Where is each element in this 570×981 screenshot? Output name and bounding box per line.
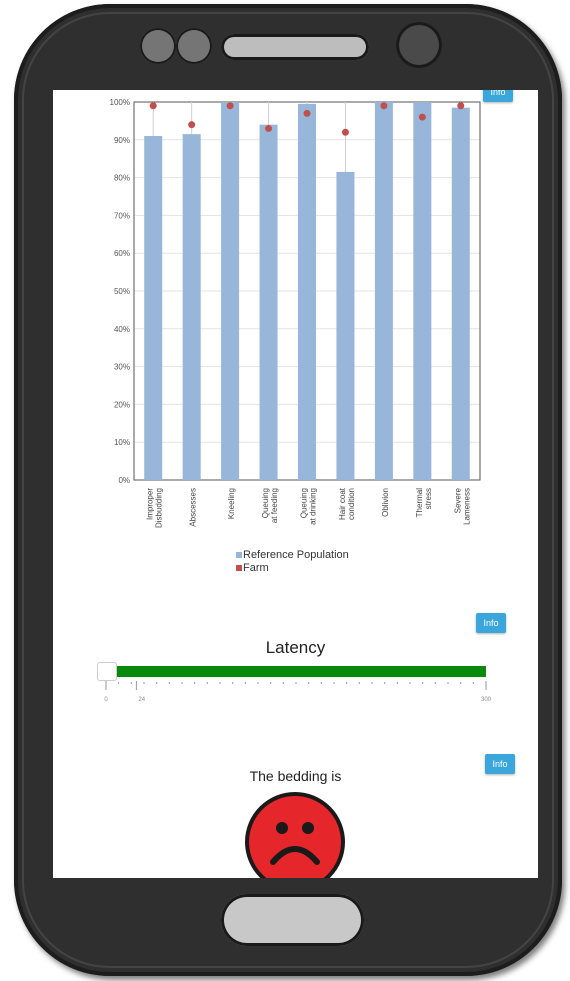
camera-lens-icon <box>396 22 442 68</box>
y-tick-label: 80% <box>114 174 130 183</box>
y-tick-label: 60% <box>114 249 130 258</box>
point-farm <box>457 102 465 110</box>
home-button[interactable] <box>221 894 364 946</box>
bar-reference-population <box>221 102 240 480</box>
bedding-title: The bedding is <box>249 768 342 784</box>
x-tick-label: Queuing at drinking <box>300 488 318 525</box>
latency-scale: 0 24 300 <box>104 681 492 703</box>
latency-title: Latency <box>265 638 326 657</box>
x-tick-label: Abscesses <box>189 488 198 527</box>
x-tick-label-line: Abscesses <box>189 488 198 527</box>
point-farm <box>380 102 388 110</box>
bar-reference-population <box>413 102 432 480</box>
legend-swatch <box>236 552 242 558</box>
x-tick-label-line: Disbudding <box>155 488 164 528</box>
point-farm <box>303 109 311 117</box>
latency-slider-handle[interactable] <box>97 662 117 681</box>
scale-label: 24 <box>138 697 145 703</box>
y-tick-label: 70% <box>114 211 130 220</box>
x-tick-label-line: Hair coat <box>338 487 347 520</box>
point-farm <box>149 102 157 110</box>
point-farm <box>265 124 273 132</box>
scale-label: 0 <box>104 697 108 703</box>
scale-label: 300 <box>481 697 492 703</box>
x-tick-label: Improper Disbudding <box>146 488 164 528</box>
sad-face-icon <box>245 792 345 878</box>
y-tick-label: 100% <box>110 98 130 107</box>
x-tick-label-line: at feeding <box>270 488 279 523</box>
x-tick-label-line: Improper <box>146 488 155 520</box>
point-farm <box>226 102 234 110</box>
x-tick-label-line: Queuing <box>261 488 270 518</box>
x-tick-label: Kneeling <box>227 488 236 519</box>
bar-reference-population <box>144 136 163 480</box>
bar-reference-population <box>298 103 316 480</box>
x-tick-label-line: condition <box>347 488 356 520</box>
legend-label: Farm <box>243 562 269 574</box>
y-tick-label: 30% <box>114 363 130 372</box>
x-tick-label: Hair coat condition <box>338 487 356 520</box>
point-farm <box>341 128 349 136</box>
info-button-latency[interactable]: Info <box>476 613 506 633</box>
y-tick-label: 0% <box>118 476 130 485</box>
bar-reference-population <box>336 171 355 480</box>
x-tick-label-line: Kneeling <box>227 488 236 519</box>
x-tick-label-line: Severe <box>453 487 462 513</box>
bar-reference-population <box>374 102 393 480</box>
y-tick-label: 20% <box>114 400 130 409</box>
y-tick-label: 50% <box>114 287 130 296</box>
bar-reference-population <box>451 107 470 481</box>
x-tick-label-line: stress <box>424 488 433 509</box>
point-farm <box>188 121 196 129</box>
y-tick-label: 10% <box>114 438 130 447</box>
x-tick-label-line: Queuing <box>300 488 309 518</box>
x-tick-label: Oblivion <box>381 488 390 517</box>
speaker-grille <box>221 34 369 60</box>
legend-swatch <box>236 565 242 571</box>
legend-label: Reference Population <box>243 549 349 561</box>
comparison-bar-chart: 0% 10% 20% 30% 40% 50% 60% 70% 80% 90% 100% Improp… <box>110 98 481 574</box>
sensor-icon <box>176 28 212 64</box>
x-tick-label: Thermal stress <box>415 488 433 518</box>
app-screen: Info 0% 10% 20% 30% 40% 50% 60% 70% 80% 90% 100% I… <box>53 90 538 878</box>
latency-slider-track[interactable] <box>116 666 486 677</box>
x-tick-label-line: Oblivion <box>381 488 390 517</box>
y-tick-label: 40% <box>114 325 130 334</box>
point-farm <box>418 113 426 121</box>
x-tick-label-line: Thermal <box>415 488 424 518</box>
x-tick-label: Queuing at feeding <box>261 488 279 523</box>
x-tick-label-line: at drinking <box>309 488 318 525</box>
bar-reference-population <box>182 134 201 480</box>
bar-reference-population <box>259 124 278 481</box>
x-tick-label: Severe Lameness <box>453 487 471 524</box>
x-tick-label-line: Lameness <box>462 488 471 525</box>
y-tick-label: 90% <box>114 136 130 145</box>
front-camera-icon <box>140 28 176 64</box>
